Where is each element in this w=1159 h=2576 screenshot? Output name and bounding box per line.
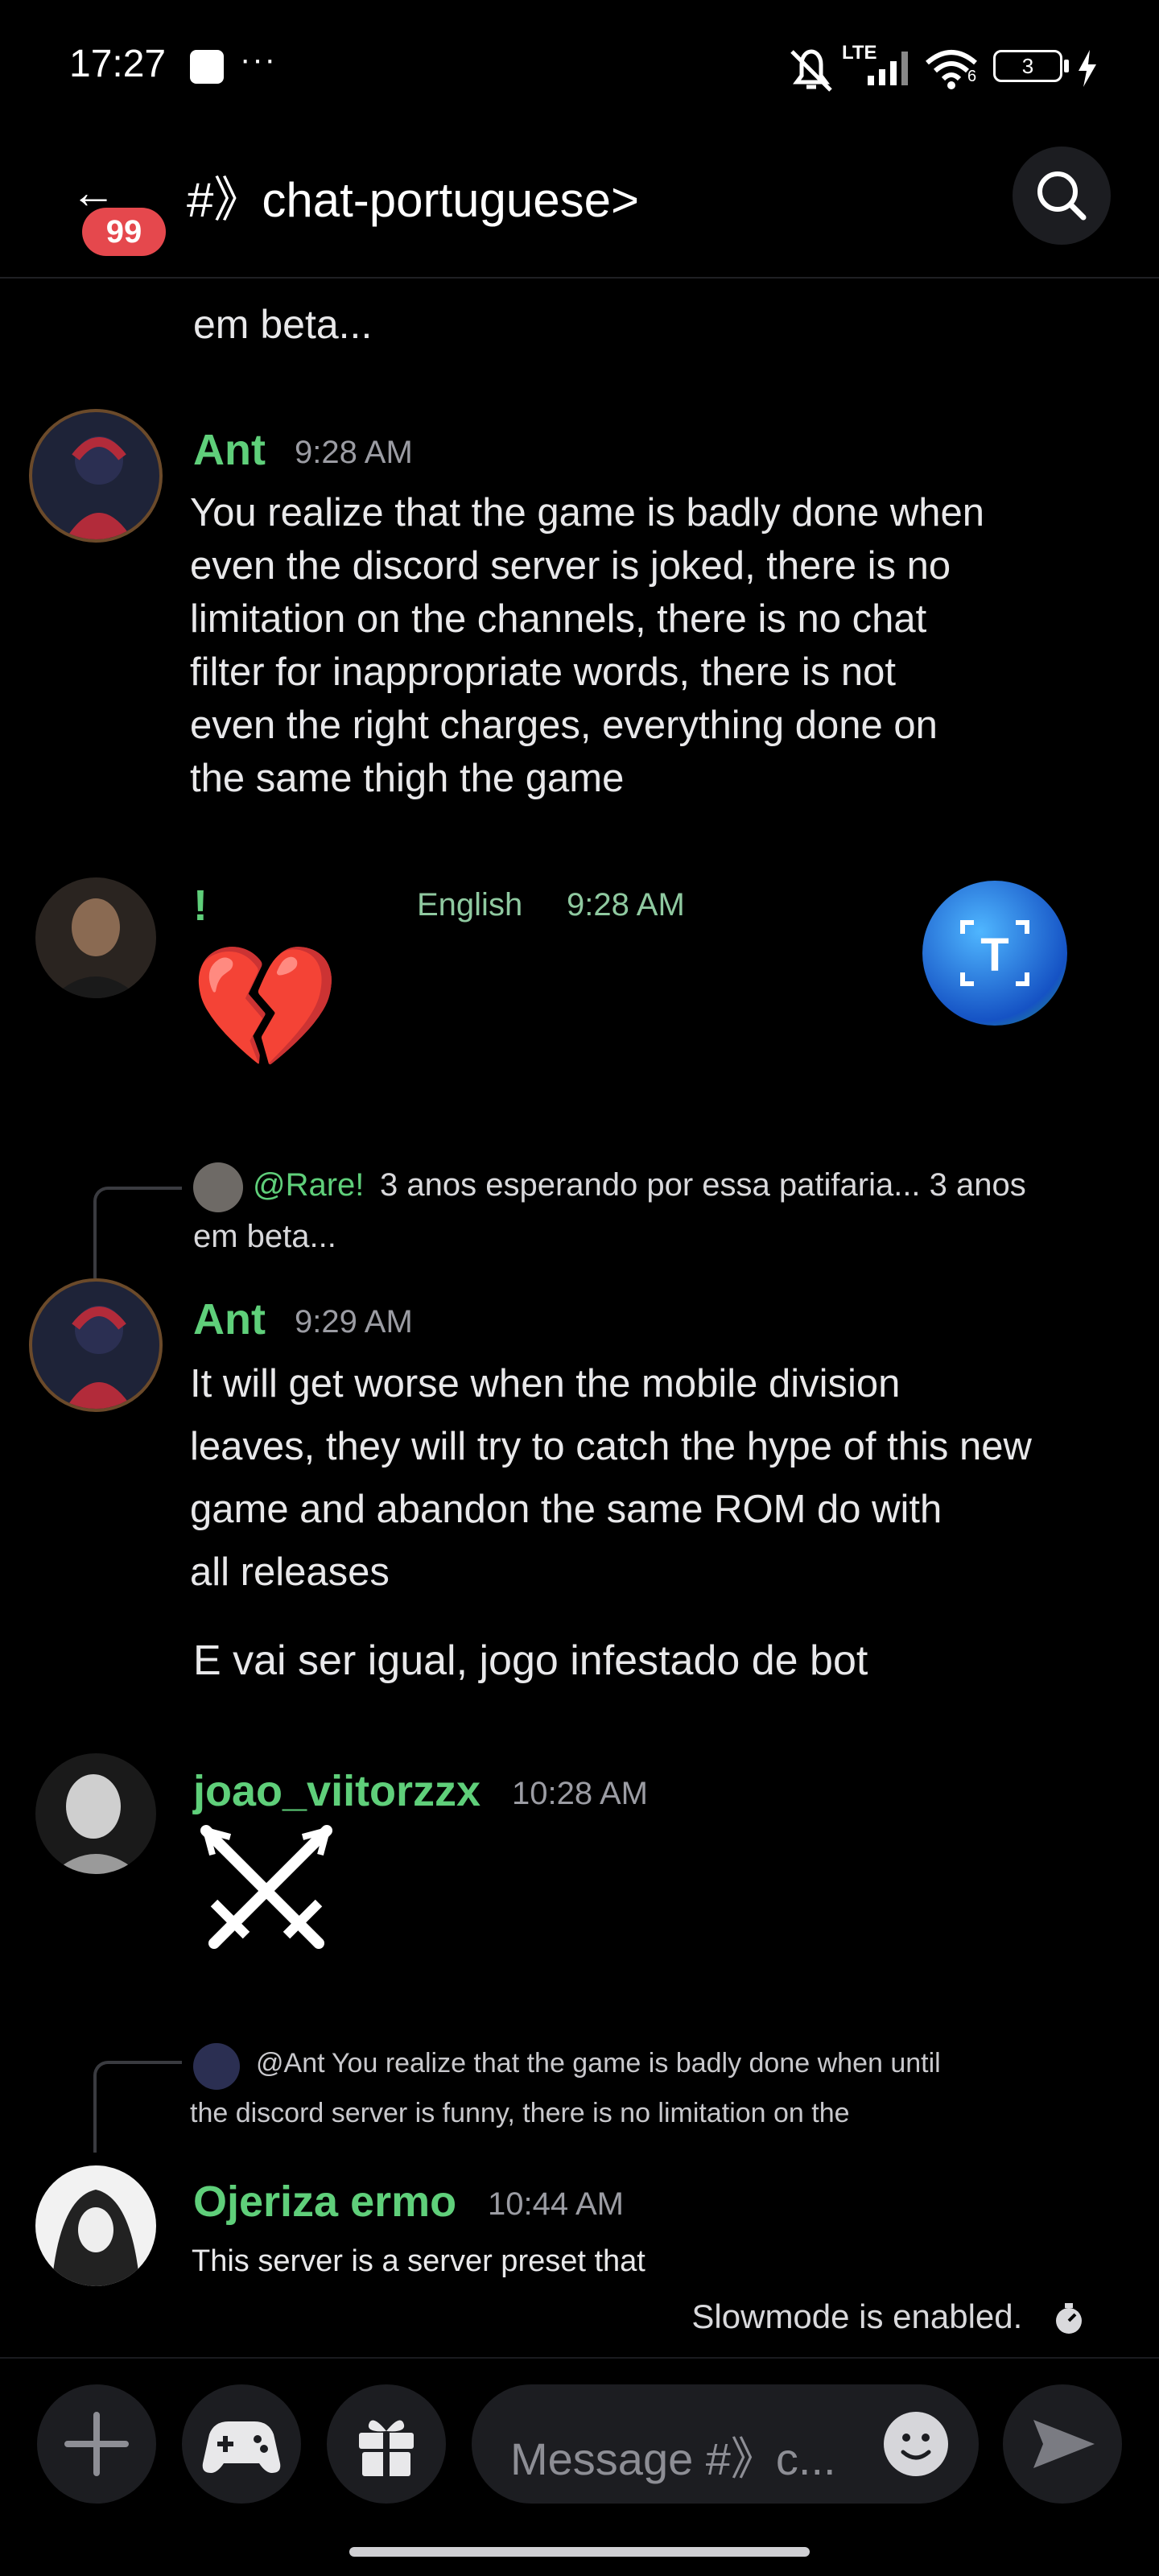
message-username[interactable]: Ojeriza ermo bbox=[193, 2177, 456, 2227]
message-username[interactable]: Ant bbox=[193, 1294, 266, 1344]
message-line: the same thigh the game bbox=[190, 757, 625, 800]
gift-icon bbox=[359, 2420, 414, 2478]
reply-mention[interactable]: @Rare! bbox=[253, 1167, 364, 1203]
send-button[interactable] bbox=[1003, 2384, 1122, 2504]
wifi-badge: 6 bbox=[967, 68, 977, 85]
message-timestamp: 9:28 AM bbox=[295, 435, 413, 470]
avatar-exclaim[interactable] bbox=[35, 877, 156, 998]
slowmode-text: Slowmode is enabled. bbox=[691, 2297, 1023, 2335]
reply-preview-continued[interactable]: the discord server is funny, there is no… bbox=[190, 2098, 850, 2129]
message-body: You realize that the game is badly done … bbox=[190, 486, 984, 805]
avatar-ojeriza[interactable] bbox=[35, 2165, 156, 2286]
reply-connector bbox=[93, 1187, 182, 1278]
mute-icon bbox=[790, 49, 832, 92]
message-timestamp: 10:28 AM bbox=[512, 1776, 649, 1811]
message-continuation: em beta... bbox=[193, 302, 373, 347]
message-placeholder[interactable]: Message #》c... bbox=[510, 2423, 836, 2488]
message-line: It will get worse when the mobile divisi… bbox=[190, 1362, 901, 1406]
battery-tip bbox=[1064, 60, 1069, 72]
unread-badge: 99 bbox=[82, 208, 166, 256]
gift-button[interactable] bbox=[327, 2384, 446, 2504]
message-username[interactable]: joao_viitorzzx bbox=[193, 1766, 481, 1816]
message-line: even the right charges, everything done … bbox=[190, 704, 938, 747]
emoji-button[interactable] bbox=[882, 2410, 950, 2478]
notification-icon bbox=[190, 50, 224, 84]
message-line: filter for inappropriate words, there is… bbox=[190, 650, 896, 694]
message-line: even the discord server is joked, there … bbox=[190, 544, 951, 588]
reply-preview[interactable]: You realize that the game is badly done … bbox=[332, 2048, 941, 2079]
message-line: limitation on the channels, there is no … bbox=[190, 597, 927, 641]
composer-divider bbox=[0, 2357, 1159, 2359]
charging-icon bbox=[1079, 50, 1096, 87]
smiley-icon bbox=[884, 2412, 948, 2476]
message-line: game and abandon the same ROM do with bbox=[190, 1488, 942, 1531]
translate-icon: T bbox=[960, 920, 1029, 986]
reply-avatar bbox=[193, 2043, 240, 2090]
channel-title[interactable]: #》chat-portuguese> bbox=[187, 161, 639, 231]
avatar-ant[interactable] bbox=[29, 409, 163, 543]
reply-connector bbox=[93, 2061, 182, 2153]
send-icon bbox=[1033, 2420, 1095, 2468]
message-timestamp: 10:44 AM bbox=[488, 2186, 625, 2222]
more-notifications-icon: ··· bbox=[240, 42, 277, 77]
gamepad-icon bbox=[202, 2421, 281, 2473]
translated-label: English bbox=[417, 887, 523, 923]
message-username[interactable]: ! bbox=[193, 881, 208, 931]
message-timestamp: 9:28 AM bbox=[567, 887, 685, 923]
status-time: 17:27 bbox=[69, 43, 167, 85]
slowmode-notice: Slowmode is enabled. bbox=[691, 2297, 1087, 2337]
message-line: leaves, they will try to catch the hype … bbox=[190, 1425, 1032, 1468]
message-body: This server is a server preset that bbox=[192, 2235, 645, 2288]
message-line: You realize that the game is badly done … bbox=[190, 491, 985, 535]
message-body: It will get worse when the mobile divisi… bbox=[190, 1352, 1032, 1604]
battery-icon: 3 bbox=[993, 50, 1062, 82]
translate-button[interactable]: T bbox=[922, 881, 1067, 1026]
message-line: This server is a server preset that bbox=[192, 2244, 645, 2278]
reply-mention[interactable]: @Ant bbox=[256, 2048, 325, 2079]
avatar-joao[interactable] bbox=[35, 1753, 156, 1874]
activities-button[interactable] bbox=[182, 2384, 301, 2504]
header-divider bbox=[0, 277, 1159, 279]
message-username[interactable]: Ant bbox=[193, 425, 266, 475]
add-attachment-button[interactable] bbox=[37, 2384, 156, 2504]
signal-icon bbox=[868, 52, 908, 85]
home-indicator[interactable] bbox=[349, 2547, 810, 2557]
reply-avatar bbox=[193, 1162, 243, 1212]
message-followup: E vai ser igual, jogo infestado de bot bbox=[193, 1637, 868, 1684]
crossed-swords-emoji bbox=[190, 1814, 343, 1967]
plus-icon bbox=[64, 2412, 129, 2476]
search-icon bbox=[1037, 171, 1087, 221]
broken-heart-emoji: 💔 bbox=[190, 939, 340, 1075]
reply-preview[interactable]: 3 anos esperando por essa patifaria... 3… bbox=[380, 1167, 1026, 1203]
avatar-ant[interactable] bbox=[29, 1278, 163, 1412]
search-button[interactable] bbox=[1013, 147, 1111, 245]
svg-text:T: T bbox=[980, 929, 1008, 981]
reply-preview-continued[interactable]: em beta... bbox=[193, 1219, 336, 1255]
timer-icon bbox=[1056, 2302, 1082, 2334]
message-line: all releases bbox=[190, 1550, 390, 1594]
message-timestamp: 9:29 AM bbox=[295, 1304, 413, 1340]
